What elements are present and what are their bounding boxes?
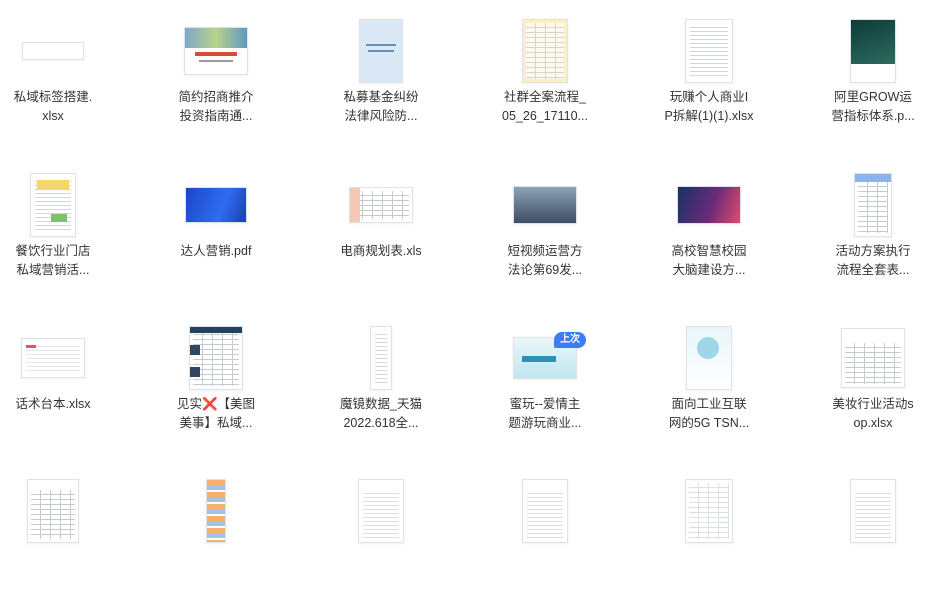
- file-name: 美妆行业活动s op.xlsx: [832, 397, 914, 430]
- file-thumbnail: [522, 19, 568, 83]
- file-tile[interactable]: 私募基金纠纷 法律风险防...: [306, 4, 456, 154]
- file-thumbnail: [686, 326, 732, 390]
- file-tile[interactable]: 餐饮行业门店 私域营销活...: [0, 158, 128, 308]
- file-tile[interactable]: 高校智慧校园 大脑建设方...: [634, 158, 784, 308]
- file-name: 餐饮行业门店 私域营销活...: [15, 244, 91, 277]
- file-tile[interactable]: [470, 464, 620, 614]
- file-name: 私募基金纠纷 法律风险防...: [343, 90, 419, 123]
- file-thumbnail: [359, 19, 403, 83]
- file-thumbnail: [30, 173, 76, 237]
- file-name: 玩赚个人商业I P拆解(1)(1).xlsx: [664, 90, 754, 123]
- file-thumbnail-area: [649, 170, 769, 240]
- file-thumbnail-area: [649, 476, 769, 546]
- file-name: 简约招商推介 投资指南通...: [178, 90, 254, 123]
- file-thumbnail: [854, 173, 892, 237]
- file-thumbnail-area: [485, 476, 605, 546]
- file-thumbnail: [206, 479, 226, 543]
- file-tile[interactable]: 玩赚个人商业I P拆解(1)(1).xlsx: [634, 4, 784, 154]
- file-thumbnail-area: [321, 16, 441, 86]
- file-thumbnail-area: [321, 323, 441, 393]
- file-thumbnail: [522, 479, 568, 543]
- file-thumbnail: [841, 328, 905, 388]
- file-thumbnail-area: [156, 476, 276, 546]
- file-name: 社群全案流程_ 05_26_17110...: [502, 90, 588, 123]
- file-thumbnail-area: [321, 476, 441, 546]
- file-thumbnail-area: [156, 170, 276, 240]
- file-thumbnail: [27, 479, 79, 543]
- file-tile[interactable]: 短视频运营方 法论第69发...: [470, 158, 620, 308]
- file-tile[interactable]: 简约招商推介 投资指南通...: [141, 4, 291, 154]
- file-thumbnail: [22, 42, 84, 60]
- file-thumbnail-area: [649, 16, 769, 86]
- file-tile[interactable]: 话术台本.xlsx: [0, 311, 128, 461]
- file-thumbnail: [358, 479, 404, 543]
- file-tile[interactable]: 面向工业互联 网的5G TSN...: [634, 311, 784, 461]
- file-thumbnail-area: 上次: [485, 323, 605, 393]
- file-thumbnail-area: [813, 476, 933, 546]
- file-thumbnail: [513, 186, 577, 224]
- file-name: 私域标签搭建. xlsx: [13, 90, 93, 123]
- file-thumbnail-area: [156, 323, 276, 393]
- file-thumbnail: 上次: [513, 332, 586, 379]
- file-name: 见实❌【美图 美事】私域...: [176, 397, 256, 430]
- file-thumbnail-area: [813, 170, 933, 240]
- file-tile[interactable]: [634, 464, 784, 614]
- file-name: 话术台本.xlsx: [15, 397, 91, 411]
- file-thumbnail: [184, 27, 248, 75]
- file-thumbnail-area: [0, 476, 113, 546]
- file-thumbnail: [677, 186, 741, 224]
- file-tile[interactable]: [306, 464, 456, 614]
- file-thumbnail: [349, 187, 413, 223]
- file-tile[interactable]: [798, 464, 938, 614]
- file-tile[interactable]: 上次蜜玩--爱情主 题游玩商业...: [470, 311, 620, 461]
- file-name: 达人营销.pdf: [180, 244, 252, 258]
- file-thumbnail-area: [156, 16, 276, 86]
- file-thumbnail: [850, 19, 896, 83]
- file-tile[interactable]: 阿里GROW运 营指标体系.p...: [798, 4, 938, 154]
- recent-badge: 上次: [554, 332, 586, 348]
- file-thumbnail: [185, 187, 247, 223]
- file-tile[interactable]: [0, 464, 128, 614]
- file-grid: 私域标签搭建. xlsx 简约招商推介 投资指南通... 私募基金纠纷 法律风险防.…: [0, 0, 938, 543]
- file-name: 短视频运营方 法论第69发...: [507, 244, 583, 277]
- file-thumbnail-area: [813, 16, 933, 86]
- file-tile[interactable]: 见实❌【美图 美事】私域...: [141, 311, 291, 461]
- file-name: 阿里GROW运 营指标体系.p...: [831, 90, 915, 123]
- file-thumbnail-area: [0, 16, 113, 86]
- file-thumbnail-area: [485, 16, 605, 86]
- file-thumbnail: [189, 326, 243, 390]
- file-tile[interactable]: 私域标签搭建. xlsx: [0, 4, 128, 154]
- file-name: 魔镜数据_天猫 2022.618全...: [340, 397, 422, 430]
- file-thumbnail-area: [813, 323, 933, 393]
- file-tile[interactable]: 活动方案执行 流程全套表...: [798, 158, 938, 308]
- file-tile[interactable]: 社群全案流程_ 05_26_17110...: [470, 4, 620, 154]
- file-thumbnail-area: [0, 323, 113, 393]
- file-name: 面向工业互联 网的5G TSN...: [668, 397, 750, 430]
- file-thumbnail: [685, 479, 733, 543]
- file-thumbnail-area: [321, 170, 441, 240]
- file-tile[interactable]: 电商规划表.xls: [306, 158, 456, 308]
- file-name: 活动方案执行 流程全套表...: [835, 244, 911, 277]
- file-thumbnail: [370, 326, 392, 390]
- file-thumbnail-area: [649, 323, 769, 393]
- file-thumbnail: [21, 338, 85, 378]
- file-thumbnail-area: [0, 170, 113, 240]
- file-tile[interactable]: [141, 464, 291, 614]
- file-tile[interactable]: 魔镜数据_天猫 2022.618全...: [306, 311, 456, 461]
- file-thumbnail: [685, 19, 733, 83]
- file-tile[interactable]: 达人营销.pdf: [141, 158, 291, 308]
- file-name: 电商规划表.xls: [340, 244, 422, 258]
- file-tile[interactable]: 美妆行业活动s op.xlsx: [798, 311, 938, 461]
- file-thumbnail-area: [485, 170, 605, 240]
- file-name: 蜜玩--爱情主 题游玩商业...: [508, 397, 582, 430]
- file-thumbnail: [850, 479, 896, 543]
- file-name: 高校智慧校园 大脑建设方...: [671, 244, 747, 277]
